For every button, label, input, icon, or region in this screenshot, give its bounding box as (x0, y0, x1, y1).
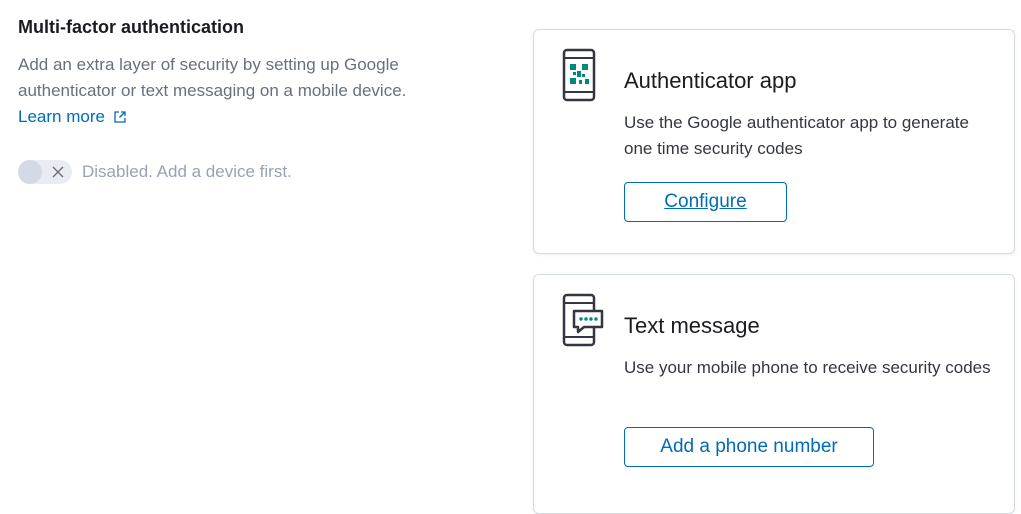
card-description: Use the Google authenticator app to gene… (624, 113, 969, 158)
sms-phone-icon (562, 293, 604, 347)
card-description: Use your mobile phone to receive securit… (624, 358, 991, 377)
qr-phone-icon (562, 48, 596, 102)
authenticator-app-card: Authenticator app Use the Google authent… (533, 29, 1015, 254)
section-title: Multi-factor authentication (18, 17, 244, 37)
external-link-icon (114, 111, 126, 123)
toggle-status-label: Disabled. Add a device first. (82, 162, 292, 181)
description-text: Add an extra layer of security by settin… (18, 55, 407, 100)
learn-more-label: Learn more (18, 107, 105, 126)
mfa-toggle-switch[interactable] (18, 160, 72, 184)
configure-button[interactable]: Configure (624, 182, 787, 222)
mfa-toggle-row: Disabled. Add a device first. (18, 160, 488, 184)
mfa-section: Multi-factor authentication Add an extra… (18, 14, 488, 184)
close-icon (52, 166, 64, 178)
learn-more-link[interactable]: Learn more (18, 104, 127, 130)
section-description: Add an extra layer of security by settin… (18, 52, 488, 130)
add-phone-number-button[interactable]: Add a phone number (624, 427, 874, 467)
toggle-knob (18, 160, 42, 184)
text-message-card: Text message Use your mobile phone to re… (533, 274, 1015, 514)
card-title: Text message (624, 313, 760, 338)
card-title: Authenticator app (624, 68, 797, 93)
